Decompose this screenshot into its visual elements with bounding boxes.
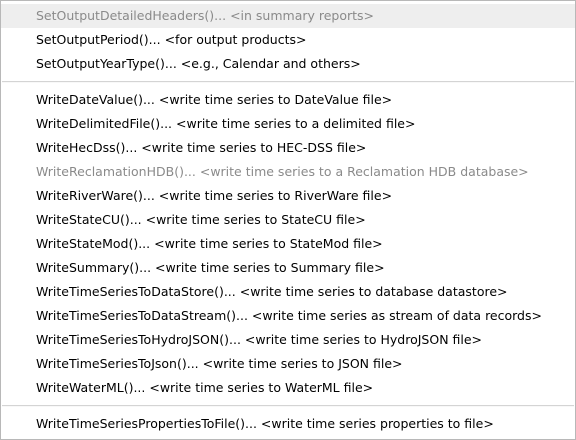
menu-item-write-time-series-properties-to-file[interactable]: WriteTimeSeriesPropertiesToFile()... <wr… — [1, 412, 575, 436]
menu-item-write-delimited-file[interactable]: WriteDelimitedFile()... <write time seri… — [1, 112, 575, 136]
menu-item-write-statemod[interactable]: WriteStateMod()... <write time series to… — [1, 232, 575, 256]
menu-item-write-statecu[interactable]: WriteStateCU()... <write time series to … — [1, 208, 575, 232]
menu-item-write-date-value[interactable]: WriteDateValue()... <write time series t… — [1, 88, 575, 112]
menu-item-write-reclamation-hdb: WriteReclamationHDB()... <write time ser… — [36, 164, 529, 179]
menu-item-set-output-year-type[interactable]: SetOutputYearType()... <e.g., Calendar a… — [1, 52, 575, 76]
menu-item-write-time-series-to-json[interactable]: WriteTimeSeriesToJson()... <write time s… — [1, 352, 575, 376]
menu-item-write-summary[interactable]: WriteSummary()... <write time series to … — [1, 256, 575, 280]
menu-item-write-time-series-to-datastream[interactable]: WriteTimeSeriesToDataStream()... <write … — [1, 304, 575, 328]
menu-separator — [2, 81, 574, 83]
menu-item-write-time-series-to-hydrojson[interactable]: WriteTimeSeriesToHydroJSON()... <write t… — [1, 328, 575, 352]
commands-output-menu: SetOutputDetailedHeaders()... <in summar… — [0, 0, 576, 440]
menu-item-write-hec-dss[interactable]: WriteHecDss()... <write time series to H… — [1, 136, 575, 160]
menu-item-write-riverware[interactable]: WriteRiverWare()... <write time series t… — [1, 184, 575, 208]
menu-item-set-output-detailed-headers: SetOutputDetailedHeaders()... <in summar… — [1, 4, 575, 28]
menu-item-write-waterml[interactable]: WriteWaterML()... <write time series to … — [1, 376, 575, 400]
menu-separator — [2, 405, 574, 407]
menu-item-write-time-series-to-datastore[interactable]: WriteTimeSeriesToDataStore()... <write t… — [1, 280, 575, 304]
menu-item-set-output-period[interactable]: SetOutputPeriod()... <for output product… — [1, 28, 575, 52]
